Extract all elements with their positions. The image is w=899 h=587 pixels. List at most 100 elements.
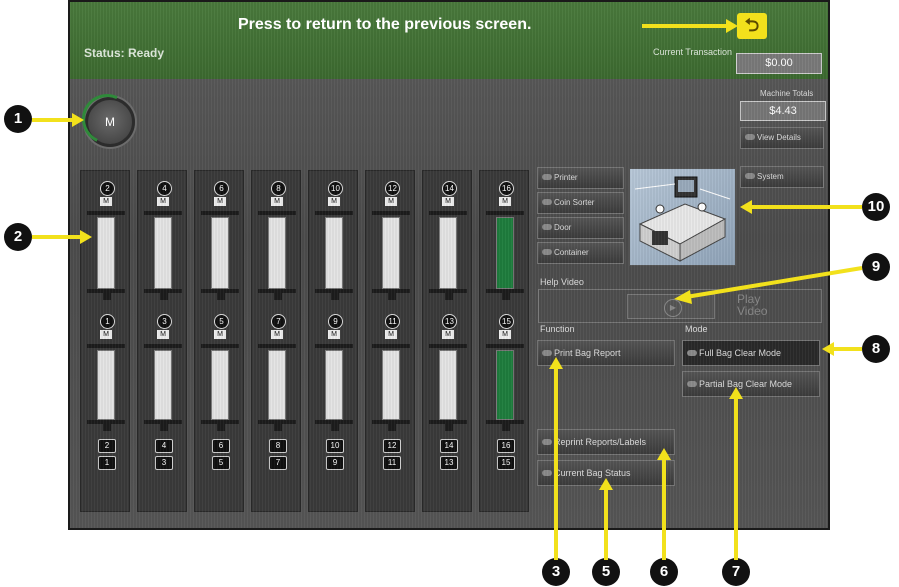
- bin-column[interactable]: 6M5M65: [194, 170, 244, 512]
- bin-top-number: 10: [328, 181, 343, 196]
- bin-label-bottom: 13: [440, 456, 458, 470]
- bin-bottom-number: 5: [214, 314, 229, 329]
- bin-column[interactable]: 16 M 15 M 16 15: [479, 170, 529, 512]
- door-label: Door: [554, 223, 572, 232]
- bag-fill-tube: [268, 350, 286, 420]
- tube-top-bar: [315, 344, 353, 348]
- machine-diagram-image: [629, 168, 736, 266]
- status-led-icon: [542, 249, 552, 255]
- tube-top-bar: [87, 344, 125, 348]
- status-led-icon: [745, 173, 755, 179]
- arrow-callout-2: [32, 230, 92, 244]
- callout-badge-9: 9: [862, 253, 890, 281]
- arrow-callout-3: [549, 357, 563, 560]
- bin-column[interactable]: 4M3M43: [137, 170, 187, 512]
- bag-fill-tube: [97, 350, 115, 420]
- bin-label-bottom: 3: [155, 456, 173, 470]
- bin-top-number: 4: [157, 181, 172, 196]
- partial-bag-clear-mode-button[interactable]: Partial Bag Clear Mode: [682, 371, 820, 397]
- bin-bottom-number: 13: [442, 314, 457, 329]
- arrow-callout-9: [674, 266, 863, 304]
- bag-fill-tube: [496, 350, 514, 420]
- manual-tag: M: [499, 197, 511, 206]
- coin-sorter-status-button[interactable]: Coin Sorter: [537, 192, 624, 214]
- arrow-callout-8: [822, 342, 862, 356]
- system-label: System: [757, 172, 784, 181]
- tube-top-bar: [258, 211, 296, 215]
- manual-tag: M: [214, 197, 226, 206]
- container-label: Container: [554, 248, 589, 257]
- bin-bottom-number: 11: [385, 314, 400, 329]
- manual-tag: M: [385, 197, 397, 206]
- coin-machine-illustration: [634, 176, 731, 262]
- view-details-button[interactable]: View Details: [740, 127, 824, 149]
- status-text: Status: Ready: [84, 46, 165, 60]
- manual-tag: M: [328, 197, 340, 206]
- tube-foot: [217, 424, 225, 431]
- bin-label-top: 2: [98, 439, 116, 453]
- tube-top-bar: [486, 344, 524, 348]
- bin-column[interactable]: 12 M 11 M 12 11: [365, 170, 415, 512]
- container-status-button[interactable]: Container: [537, 242, 624, 264]
- bin-top-number: 2: [100, 181, 115, 196]
- bag-fill-tube: [325, 217, 343, 289]
- manual-tag: M: [385, 330, 397, 339]
- current-transaction-label: Current Transaction: [652, 47, 732, 57]
- bin-column[interactable]: 2M1M21: [80, 170, 130, 512]
- full-bag-clear-mode-button[interactable]: Full Bag Clear Mode: [682, 340, 820, 366]
- callout-badge-8: 8: [862, 335, 890, 363]
- bin-label-bottom: 7: [269, 456, 287, 470]
- bin-top-number: 6: [214, 181, 229, 196]
- bag-fill-tube: [211, 217, 229, 289]
- bin-column[interactable]: 10 M 9 M 10 9: [308, 170, 358, 512]
- system-status-button[interactable]: System: [740, 166, 824, 188]
- bin-label-bottom: 15: [497, 456, 515, 470]
- coin-sorter-label: Coin Sorter: [554, 198, 595, 207]
- partial-bag-clear-label: Partial Bag Clear Mode: [699, 379, 793, 389]
- back-button[interactable]: ⮌: [737, 13, 767, 39]
- arrow-callout-7: [729, 387, 743, 560]
- door-status-button[interactable]: Door: [537, 217, 624, 239]
- callout-badge-3: 3: [542, 558, 570, 586]
- machine-totals-label: Machine Totals: [760, 89, 814, 98]
- bag-fill-tube: [211, 350, 229, 420]
- bin-label-bottom: 5: [212, 456, 230, 470]
- bin-label-top: 8: [269, 439, 287, 453]
- manual-tag: M: [100, 330, 112, 339]
- bag-fill-tube: [154, 217, 172, 289]
- tube-top-bar: [144, 211, 182, 215]
- mode-label: Mode: [685, 324, 708, 334]
- tube-top-bar: [144, 344, 182, 348]
- bin-column[interactable]: 14 M 13 M 14 13: [422, 170, 472, 512]
- bin-column[interactable]: 8M7M87: [251, 170, 301, 512]
- bin-label-top: 4: [155, 439, 173, 453]
- manual-tag: M: [499, 330, 511, 339]
- callout-badge-1: 1: [4, 105, 32, 133]
- bin-label-bottom: 1: [98, 456, 116, 470]
- tube-foot: [388, 293, 396, 300]
- bin-label-top: 16: [497, 439, 515, 453]
- tube-top-bar: [372, 211, 410, 215]
- bag-fill-tube: [439, 350, 457, 420]
- arrow-callout-6: [657, 448, 671, 560]
- status-led-icon: [542, 174, 552, 180]
- video-label: Video: [737, 304, 768, 318]
- bag-fill-tube: [325, 350, 343, 420]
- printer-status-button[interactable]: Printer: [537, 167, 624, 189]
- arrow-back-callout: [642, 19, 738, 33]
- tube-foot: [502, 293, 510, 300]
- bag-fill-tube: [382, 350, 400, 420]
- help-video-label: Help Video: [540, 277, 584, 287]
- callout-badge-6: 6: [650, 558, 678, 586]
- bin-bottom-number: 15: [499, 314, 514, 329]
- tube-foot: [217, 293, 225, 300]
- tube-foot: [445, 424, 453, 431]
- manual-tag: M: [214, 330, 226, 339]
- tube-top-bar: [258, 344, 296, 348]
- bin-label-bottom: 11: [383, 456, 401, 470]
- bin-label-top: 12: [383, 439, 401, 453]
- bin-top-number: 12: [385, 181, 400, 196]
- callout-badge-2: 2: [4, 223, 32, 251]
- manual-tag: M: [328, 330, 340, 339]
- tube-top-bar: [429, 211, 467, 215]
